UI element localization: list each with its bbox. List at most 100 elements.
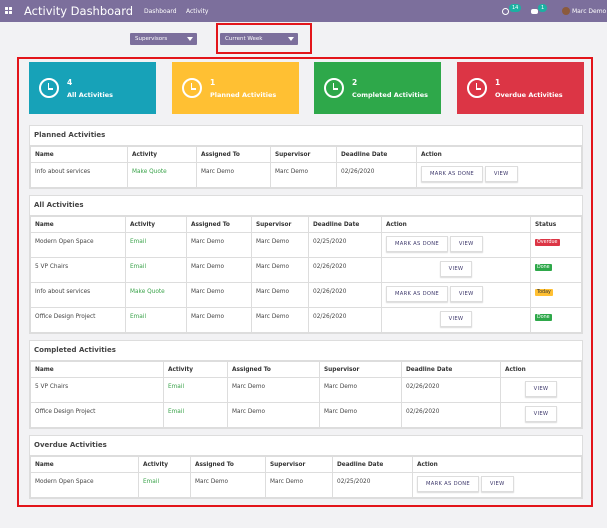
mark-as-done-button[interactable]: MARK AS DONE [421, 166, 484, 182]
column-header: Name [30, 361, 164, 378]
cell-assigned: Marc Demo [186, 307, 252, 333]
card-all-activities[interactable]: 4 All Activities [29, 62, 156, 114]
column-header: Supervisor [251, 216, 309, 233]
mark-as-done-button[interactable]: MARK AS DONE [386, 236, 449, 252]
chevron-down-icon [187, 37, 193, 41]
card-label: All Activities [67, 91, 114, 99]
cell-action: VIEW [381, 257, 531, 283]
view-button[interactable]: VIEW [449, 286, 483, 302]
card-planned-activities[interactable]: 1 Planned Activities [172, 62, 299, 114]
column-header: Action [500, 361, 582, 378]
view-button[interactable]: VIEW [449, 236, 483, 252]
menu-dashboard[interactable]: Dashboard [144, 8, 177, 15]
panel-title: Overdue Activities [34, 441, 107, 449]
mark-as-done-button[interactable]: MARK AS DONE [386, 286, 449, 302]
clock-icon [39, 78, 59, 98]
card-count: 2 [352, 78, 358, 87]
cell-supervisor: Marc Demo [251, 232, 309, 258]
column-header: Activity [138, 456, 191, 473]
panel-title: All Activities [34, 201, 84, 209]
clock-icon [324, 78, 344, 98]
cell-action: MARK AS DONE VIEW [412, 472, 582, 498]
status-badge: Done [535, 264, 552, 271]
cell-activity[interactable]: Email [163, 402, 228, 428]
cell-action: VIEW [500, 402, 582, 428]
view-button[interactable]: VIEW [439, 311, 473, 327]
card-label: Completed Activities [352, 91, 429, 99]
column-header: Activity [163, 361, 228, 378]
status-badge: Done [535, 314, 552, 321]
cell-activity[interactable]: Make Quote [127, 162, 197, 188]
supervisor-filter-select[interactable]: Supervisors [130, 33, 197, 45]
card-label: Planned Activities [210, 91, 277, 99]
table-row: Office Design Project Email Marc Demo Ma… [30, 402, 582, 428]
user-menu[interactable]: Marc Demo [562, 5, 607, 18]
table-row: 5 VP Chairs Email Marc Demo Marc Demo 02… [30, 257, 582, 283]
card-overdue-activities[interactable]: 1 Overdue Activities [457, 62, 584, 114]
apps-menu-icon[interactable] [5, 7, 13, 15]
column-header: Deadline Date [401, 361, 501, 378]
cell-supervisor: Marc Demo [319, 402, 402, 428]
table-row: Info about services Make Quote Marc Demo… [30, 162, 582, 188]
cell-assigned: Marc Demo [227, 402, 320, 428]
table-header-row: Name Activity Assigned To Supervisor Dea… [30, 456, 582, 473]
cell-action: MARK AS DONE VIEW [381, 232, 531, 258]
cell-supervisor: Marc Demo [319, 377, 402, 403]
cell-activity[interactable]: Email [125, 257, 187, 283]
cell-action: VIEW [500, 377, 582, 403]
table-header-row: Name Activity Assigned To Supervisor Dea… [30, 216, 582, 233]
all-activities-table: Name Activity Assigned To Supervisor Dea… [30, 216, 582, 333]
message-count-badge: 1 [538, 4, 548, 12]
activity-indicator[interactable]: 14 [502, 4, 522, 18]
period-filter-value: Current Week [225, 36, 263, 42]
column-header: Name [30, 146, 128, 163]
column-header: Deadline Date [332, 456, 413, 473]
column-header: Supervisor [270, 146, 337, 163]
menu-activity[interactable]: Activity [186, 8, 208, 15]
card-completed-activities[interactable]: 2 Completed Activities [314, 62, 441, 114]
cell-assigned: Marc Demo [186, 232, 252, 258]
cell-supervisor: Marc Demo [251, 282, 309, 308]
column-header: Action [381, 216, 531, 233]
cell-activity[interactable]: Email [125, 232, 187, 258]
cell-activity[interactable]: Email [125, 307, 187, 333]
cell-deadline: 02/26/2020 [308, 257, 382, 283]
card-count: 4 [67, 78, 73, 87]
completed-activities-panel: Completed Activities Name Activity Assig… [29, 340, 583, 429]
cell-assigned: Marc Demo [186, 257, 252, 283]
cell-supervisor: Marc Demo [251, 257, 309, 283]
view-button[interactable]: VIEW [484, 166, 518, 182]
table-header-row: Name Activity Assigned To Supervisor Dea… [30, 361, 582, 378]
cell-activity[interactable]: Email [163, 377, 228, 403]
view-button[interactable]: VIEW [480, 476, 514, 492]
chat-icon [531, 9, 538, 14]
column-header: Assigned To [227, 361, 320, 378]
cell-name: Modern Open Space [30, 232, 126, 258]
status-badge: Today [535, 289, 553, 296]
column-header: Assigned To [186, 216, 252, 233]
cell-status: Today [530, 282, 582, 308]
mark-as-done-button[interactable]: MARK AS DONE [417, 476, 480, 492]
column-header: Name [30, 216, 126, 233]
cell-name: 5 VP Chairs [30, 377, 164, 403]
column-header: Status [530, 216, 582, 233]
cell-activity[interactable]: Email [138, 472, 191, 498]
view-button[interactable]: VIEW [439, 261, 473, 277]
cell-supervisor: Marc Demo [270, 162, 337, 188]
column-header: Action [416, 146, 582, 163]
column-header: Activity [127, 146, 197, 163]
cell-status: Done [530, 307, 582, 333]
table-row: Office Design Project Email Marc Demo Ma… [30, 307, 582, 333]
cell-activity[interactable]: Make Quote [125, 282, 187, 308]
column-header: Supervisor [319, 361, 402, 378]
cell-assigned: Marc Demo [190, 472, 266, 498]
clock-icon [467, 78, 487, 98]
view-button[interactable]: VIEW [524, 381, 558, 397]
status-badge: Overdue [535, 239, 560, 246]
view-button[interactable]: VIEW [524, 406, 558, 422]
cell-assigned: Marc Demo [186, 282, 252, 308]
cell-name: Office Design Project [30, 402, 164, 428]
period-filter-select[interactable]: Current Week [220, 33, 298, 45]
cell-name: Info about services [30, 162, 128, 188]
messages-indicator[interactable]: 1 [531, 4, 549, 18]
